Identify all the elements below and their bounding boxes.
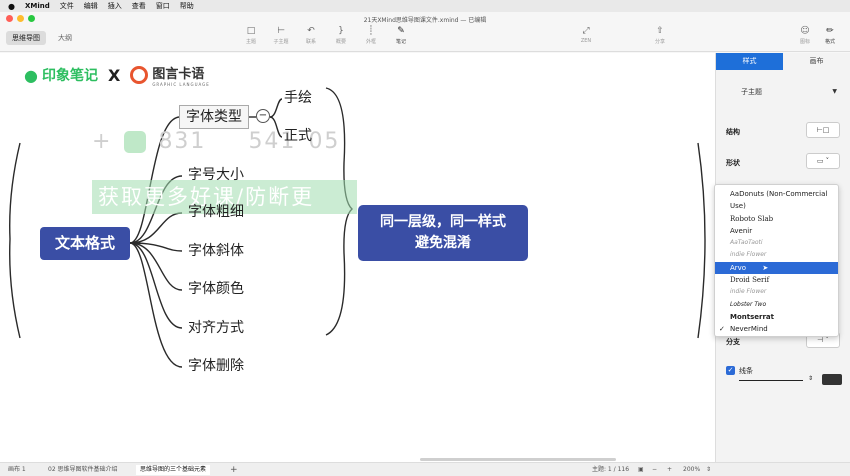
line-style-preview[interactable] <box>739 380 803 381</box>
shape-row: 形状 ▭ ˅ <box>716 153 850 172</box>
line-color-swatch[interactable] <box>822 374 842 385</box>
summary-button[interactable]: } 概要 <box>326 26 356 45</box>
share-icon: ⇧ <box>656 26 664 36</box>
central-topic[interactable]: 文本格式 <box>40 227 130 260</box>
left-boundary-line <box>9 142 21 339</box>
branch-strikethrough[interactable]: 字体删除 <box>183 355 249 379</box>
status-bar: 画布 1 02 思维导图软件基础介绍 思维导图的三个基础元素 + 主题: 1 /… <box>0 462 850 476</box>
menu-view[interactable]: 查看 <box>132 1 146 11</box>
xmind-window: ● XMind 文件 编辑 插入 查看 窗口 帮助 21天XMind思维导图课文… <box>0 0 850 476</box>
font-option[interactable]: Roboto Slab <box>715 213 838 225</box>
font-option[interactable]: Use) <box>715 200 838 212</box>
shape-select[interactable]: ▭ ˅ <box>806 153 840 169</box>
collapse-toggle[interactable]: − <box>256 109 270 123</box>
menu-file[interactable]: 文件 <box>60 1 74 11</box>
brush-icon: ✏ <box>826 26 834 36</box>
zoom-stepper-icon[interactable]: ⇕ <box>706 465 711 475</box>
boundary-icon: ┊ <box>368 26 374 36</box>
share-button[interactable]: ⇧ 分享 <box>645 26 675 45</box>
menu-app[interactable]: XMind <box>25 2 50 10</box>
branch-alignment[interactable]: 对齐方式 <box>183 317 249 341</box>
font-option[interactable]: AaDonuts (Non-Commercial <box>715 188 838 200</box>
tab-canvas[interactable]: 画布 <box>783 53 850 70</box>
document-title: 21天XMind思维导图课文件.xmind — 已编辑 <box>363 17 487 24</box>
topic-count: 主题: 1 / 116 <box>592 466 630 473</box>
branch-font-color[interactable]: 字体颜色 <box>183 278 249 302</box>
menu-bar: ● XMind 文件 编辑 插入 查看 窗口 帮助 <box>0 0 850 12</box>
chevron-down-icon: ▼ <box>832 88 837 95</box>
topic-button[interactable]: □ 主题 <box>236 26 266 45</box>
font-option[interactable]: Droid Serif <box>715 274 838 286</box>
summary-topic[interactable]: 同一层级，同一样式 避免混淆 <box>358 205 528 261</box>
font-option-checked[interactable]: ✓ NeverMind <box>715 323 838 335</box>
zoom-in-icon[interactable]: + <box>667 465 672 475</box>
map-icon[interactable]: ▣ <box>638 465 644 475</box>
structure-select[interactable]: ⊢□ <box>806 122 840 138</box>
zoom-level[interactable]: 200% <box>683 465 700 475</box>
font-option[interactable]: indie Flower <box>715 286 838 298</box>
menu-window[interactable]: 窗口 <box>156 1 170 11</box>
font-option[interactable]: Montserrat <box>715 311 838 323</box>
subbranch-formal[interactable]: 正式 <box>281 125 315 149</box>
note-icon: ✎ <box>397 26 405 36</box>
tool-group: □ 主题 ⊢ 子主题 ↶ 联系 } 概要 ┊ 外框 ✎ 笔记 ⤢ ZEN ⇧ 分享 ☺ 图标 ✏ 格… <box>0 26 850 50</box>
font-option[interactable]: AaTaoTaoti <box>715 237 838 249</box>
rounded-rect-icon: ▭ ˅ <box>816 157 830 165</box>
cursor-icon: ➤ <box>762 263 769 272</box>
font-option[interactable]: Avenir <box>715 225 838 237</box>
fullscreen-icon: ⤢ <box>582 26 590 36</box>
menu-edit[interactable]: 编辑 <box>84 1 98 11</box>
zen-button[interactable]: ⤢ ZEN <box>571 26 601 44</box>
horizontal-scrollbar[interactable] <box>420 458 616 461</box>
sheet-tab[interactable]: 画布 1 <box>4 465 30 475</box>
line-checkbox[interactable]: ✓ <box>726 366 735 375</box>
apple-icon[interactable]: ● <box>8 2 15 11</box>
structure-icon: ⊢□ <box>816 126 830 134</box>
mindmap-canvas[interactable]: ● 印象笔记 X 图言卡语 GRAPHIC LANGUAGE + 831 541… <box>0 53 715 462</box>
subbranch-handdrawn[interactable]: 手绘 <box>281 87 315 111</box>
structure-row: 结构 ⊢□ <box>716 122 850 141</box>
font-option[interactable]: indie Flower <box>715 249 838 261</box>
relation-button[interactable]: ↶ 联系 <box>296 26 326 45</box>
topic-type-select[interactable]: 子主题 ▼ <box>728 83 840 101</box>
sheet-tab[interactable]: 02 思维导图软件基础介绍 <box>44 465 122 475</box>
branch-font-italic[interactable]: 字体斜体 <box>183 240 249 264</box>
subtopic-icon: ⊢ <box>277 26 285 36</box>
topic-icon: □ <box>246 26 256 36</box>
subtopic-button[interactable]: ⊢ 子主题 <box>266 26 296 45</box>
check-icon: ✓ <box>719 325 725 334</box>
relation-icon: ↶ <box>307 26 315 36</box>
summary-icon: } <box>338 26 344 36</box>
font-family-dropdown: AaDonuts (Non-Commercial Use) Roboto Sla… <box>714 184 839 337</box>
line-row: ✓ 线条 ⇕ <box>716 366 850 385</box>
menu-help[interactable]: 帮助 <box>180 1 194 11</box>
sheet-tab-active[interactable]: 思维导图的三个基础元素 <box>136 465 211 475</box>
branch-row: 分支 ⊣ ˅ <box>716 332 850 351</box>
format-panel-button[interactable]: ✏ 格式 <box>815 26 845 45</box>
note-button[interactable]: ✎ 笔记 <box>386 26 416 45</box>
stepper-icon[interactable]: ⇕ <box>808 375 813 382</box>
tab-style[interactable]: 样式 <box>716 53 783 70</box>
branch-font-type[interactable]: 字体类型 <box>179 105 249 129</box>
add-sheet-button[interactable]: + <box>226 465 242 475</box>
wechat-icon <box>124 130 147 153</box>
font-option-selected[interactable]: Arvo ➤ <box>715 261 838 275</box>
boundary-button[interactable]: ┊ 外框 <box>356 26 386 45</box>
font-option[interactable]: Lobster Two <box>715 299 838 311</box>
toolbar: 21天XMind思维导图课文件.xmind — 已编辑 思维导图 大纲 □ 主题 … <box>0 12 850 52</box>
branch-style-icon: ⊣ ˅ <box>817 336 829 344</box>
menu-insert[interactable]: 插入 <box>108 1 122 11</box>
zoom-out-icon[interactable]: − <box>652 465 657 475</box>
branch-font-weight[interactable]: 字体粗细 <box>183 201 249 225</box>
panel-tabs: 样式 画布 <box>716 53 850 70</box>
